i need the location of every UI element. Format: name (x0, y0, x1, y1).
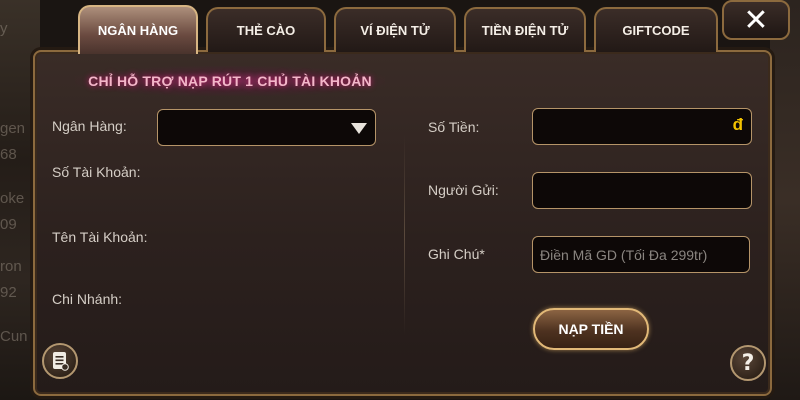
close-button[interactable]: ✕ (722, 0, 790, 40)
help-button[interactable]: ? (730, 345, 766, 381)
tab-label: NGÂN HÀNG (97, 23, 179, 38)
note-label: Ghi Chú* (428, 246, 485, 262)
account-number-label: Số Tài Khoản: (52, 164, 141, 180)
bank-label: Ngân Hàng: (52, 118, 127, 134)
background-text: 09 (0, 216, 17, 233)
notice-banner: CHỈ HỖ TRỢ NẠP RÚT 1 CHỦ TÀI KHOẢN (75, 66, 385, 96)
tab-label: VÍ ĐIỆN TỬ (360, 23, 430, 38)
background-right-strip (770, 0, 800, 400)
background-text: y (0, 20, 8, 37)
column-divider (404, 135, 405, 335)
tab-vi-dien-tu[interactable]: VÍ ĐIỆN TỬ (334, 7, 456, 52)
tab-giftcode[interactable]: GIFTCODE (594, 7, 718, 52)
account-name-label: Tên Tài Khoản: (52, 229, 148, 245)
tab-tien-dien-tu[interactable]: TIỀN ĐIỆN TỬ (464, 7, 586, 52)
tab-label: GIFTCODE (622, 23, 690, 38)
chevron-down-icon (351, 123, 367, 134)
background-text: ron (0, 258, 22, 275)
tab-ngan-hang[interactable]: NGÂN HÀNG (78, 5, 198, 54)
deposit-dialog (33, 50, 772, 396)
tab-label: THẺ CÀO (236, 23, 296, 38)
background-text: 68 (0, 146, 17, 163)
deposit-submit-label: NẠP TIỀN (558, 321, 624, 337)
history-button[interactable] (42, 343, 78, 379)
close-icon: ✕ (743, 2, 769, 38)
history-icon (53, 352, 69, 371)
sender-input[interactable] (532, 172, 752, 209)
note-input[interactable]: Điền Mã GD (Tối Đa 299tr) (532, 236, 750, 273)
background-text: oke (0, 190, 25, 207)
background-text: 92 (0, 284, 17, 301)
bank-select[interactable] (157, 109, 376, 146)
amount-input[interactable]: đ (532, 108, 752, 145)
deposit-submit-button[interactable]: NẠP TIỀN (533, 308, 649, 350)
notice-text: CHỈ HỖ TRỢ NẠP RÚT 1 CHỦ TÀI KHOẢN (88, 73, 372, 89)
currency-symbol: đ (732, 115, 743, 134)
tab-label: TIỀN ĐIỆN TỬ (481, 23, 569, 38)
help-icon: ? (741, 350, 755, 376)
background-text: Cun (0, 328, 28, 345)
tab-the-cao[interactable]: THẺ CÀO (206, 7, 326, 52)
background-text: gen (0, 120, 26, 137)
amount-label: Số Tiền: (428, 119, 480, 135)
note-placeholder: Điền Mã GD (Tối Đa 299tr) (540, 246, 708, 263)
sender-label: Người Gửi: (428, 182, 499, 198)
branch-label: Chi Nhánh: (52, 291, 123, 307)
